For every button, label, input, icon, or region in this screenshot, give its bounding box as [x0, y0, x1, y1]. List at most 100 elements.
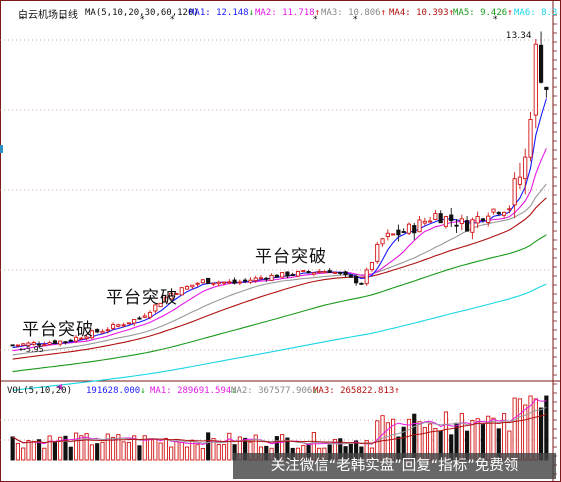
candle-down — [264, 277, 269, 280]
candle-down — [396, 229, 401, 236]
volume-bar-down — [137, 445, 142, 461]
candle-down — [354, 275, 359, 284]
candle-up — [523, 156, 528, 180]
candle-up — [190, 284, 195, 288]
outer-frame — [0, 0, 561, 482]
candle-up — [179, 287, 184, 296]
volume-bar-up — [523, 404, 528, 461]
candle-up — [317, 271, 322, 274]
candle-down — [496, 211, 501, 215]
candle-down — [338, 271, 343, 274]
candle-up — [47, 342, 52, 345]
candle-up — [221, 281, 227, 284]
candle-up — [491, 208, 496, 213]
candle-down — [243, 279, 248, 282]
low-price-label: ←5.95 — [19, 345, 44, 354]
volume-bar-up — [73, 432, 79, 461]
volume-bar-up — [15, 442, 21, 461]
candle-down — [68, 339, 73, 342]
candle-down — [10, 344, 15, 347]
volume-bar-up — [227, 432, 232, 461]
candle-up — [528, 119, 533, 158]
volume-bar-up — [169, 446, 174, 461]
candle-up — [475, 216, 480, 224]
candle-up — [116, 324, 121, 327]
volume-bar-up — [512, 397, 517, 461]
candle-up — [147, 311, 153, 318]
candle-up — [237, 281, 242, 284]
candle-down — [465, 220, 470, 232]
candle-up — [295, 271, 301, 277]
candle-up — [248, 279, 253, 283]
candle-up — [375, 244, 380, 262]
candle-up — [253, 277, 258, 282]
high-price-label: 13.34 — [506, 31, 532, 41]
candle-up — [301, 270, 306, 273]
candle-up — [428, 220, 433, 223]
candle-down — [206, 277, 211, 284]
volume-value: 191628.000↓ — [86, 386, 146, 396]
candle-up — [507, 208, 512, 211]
candle-up — [100, 330, 105, 334]
volume-bars — [10, 395, 549, 461]
candle-down — [306, 271, 311, 273]
candle-up — [512, 178, 517, 206]
candle-up — [311, 272, 316, 275]
grid — [0, 0, 561, 482]
candle-up — [406, 223, 412, 234]
chart-canvas: 13.34←5.95 * * * * * * *◀ — [0, 0, 561, 482]
volume-bar-up — [26, 440, 31, 461]
legend-ma2: MA2: 11.718↑ — [255, 8, 321, 18]
annotation-breakout-1: 平台突破 — [22, 320, 94, 340]
candle-up — [417, 219, 422, 233]
candle-up — [322, 271, 327, 274]
volume-bar-down — [544, 395, 549, 461]
volume-bar-up — [163, 437, 168, 461]
stock-chart: 13.34 ←5.95 * * * * * * * ◀ 白云机场日线 MA(5,10,20,30… — [0, 0, 561, 482]
left-marker — [0, 145, 3, 153]
volume-bar-up — [195, 444, 200, 461]
candle-up — [364, 269, 369, 285]
volume-bar-down — [206, 432, 211, 461]
candle-down — [290, 274, 295, 276]
volume-bar-down — [68, 446, 73, 461]
volume-ma3: MA3: 265822.813↑ — [313, 386, 400, 396]
candle-up — [433, 213, 438, 221]
volume-bar-up — [47, 435, 52, 461]
legend-ma3: MA3: 10.806↑ — [321, 8, 387, 18]
candle-up — [105, 329, 110, 332]
candle-up — [486, 215, 491, 223]
candle-down — [544, 86, 549, 90]
volume-bar-up — [174, 440, 179, 461]
candle-down — [63, 341, 68, 344]
candle-up — [501, 211, 507, 216]
volume-bar-up — [105, 433, 110, 461]
candle-up — [385, 232, 390, 237]
volume-bar-up — [100, 441, 105, 461]
candlesticks: 13.34 ←5.95 — [10, 31, 549, 354]
chart-title: 白云机场日线 — [18, 10, 78, 21]
candle-up — [517, 176, 523, 185]
volume-bar-up — [121, 441, 126, 461]
legend-ma1: MA1: 12.148↓ — [189, 8, 255, 18]
candle-up — [533, 43, 538, 116]
volume-bar-up — [126, 441, 131, 461]
candle-up — [121, 324, 126, 327]
volume-bar-up — [216, 444, 221, 461]
candle-up — [258, 277, 264, 280]
volume-bar-up — [517, 398, 523, 461]
candle-down — [343, 271, 348, 276]
candle-up — [126, 322, 131, 325]
legend-ma5: MA5: 9.426↑ — [453, 8, 513, 18]
candle-up — [332, 271, 338, 274]
candle-down — [449, 214, 454, 222]
volume-bar-down — [52, 441, 58, 461]
volume-bar-up — [147, 438, 153, 461]
candle-up — [184, 286, 190, 290]
watermark-banner: 关注微信“老韩实盘”回复“指标”免费领 — [233, 453, 556, 479]
candle-down — [274, 274, 279, 278]
volume-bar-up — [31, 440, 36, 461]
legend-ma6: MA6: 8.3 — [514, 8, 558, 18]
candle-down — [285, 271, 290, 277]
candle-down — [538, 44, 544, 83]
